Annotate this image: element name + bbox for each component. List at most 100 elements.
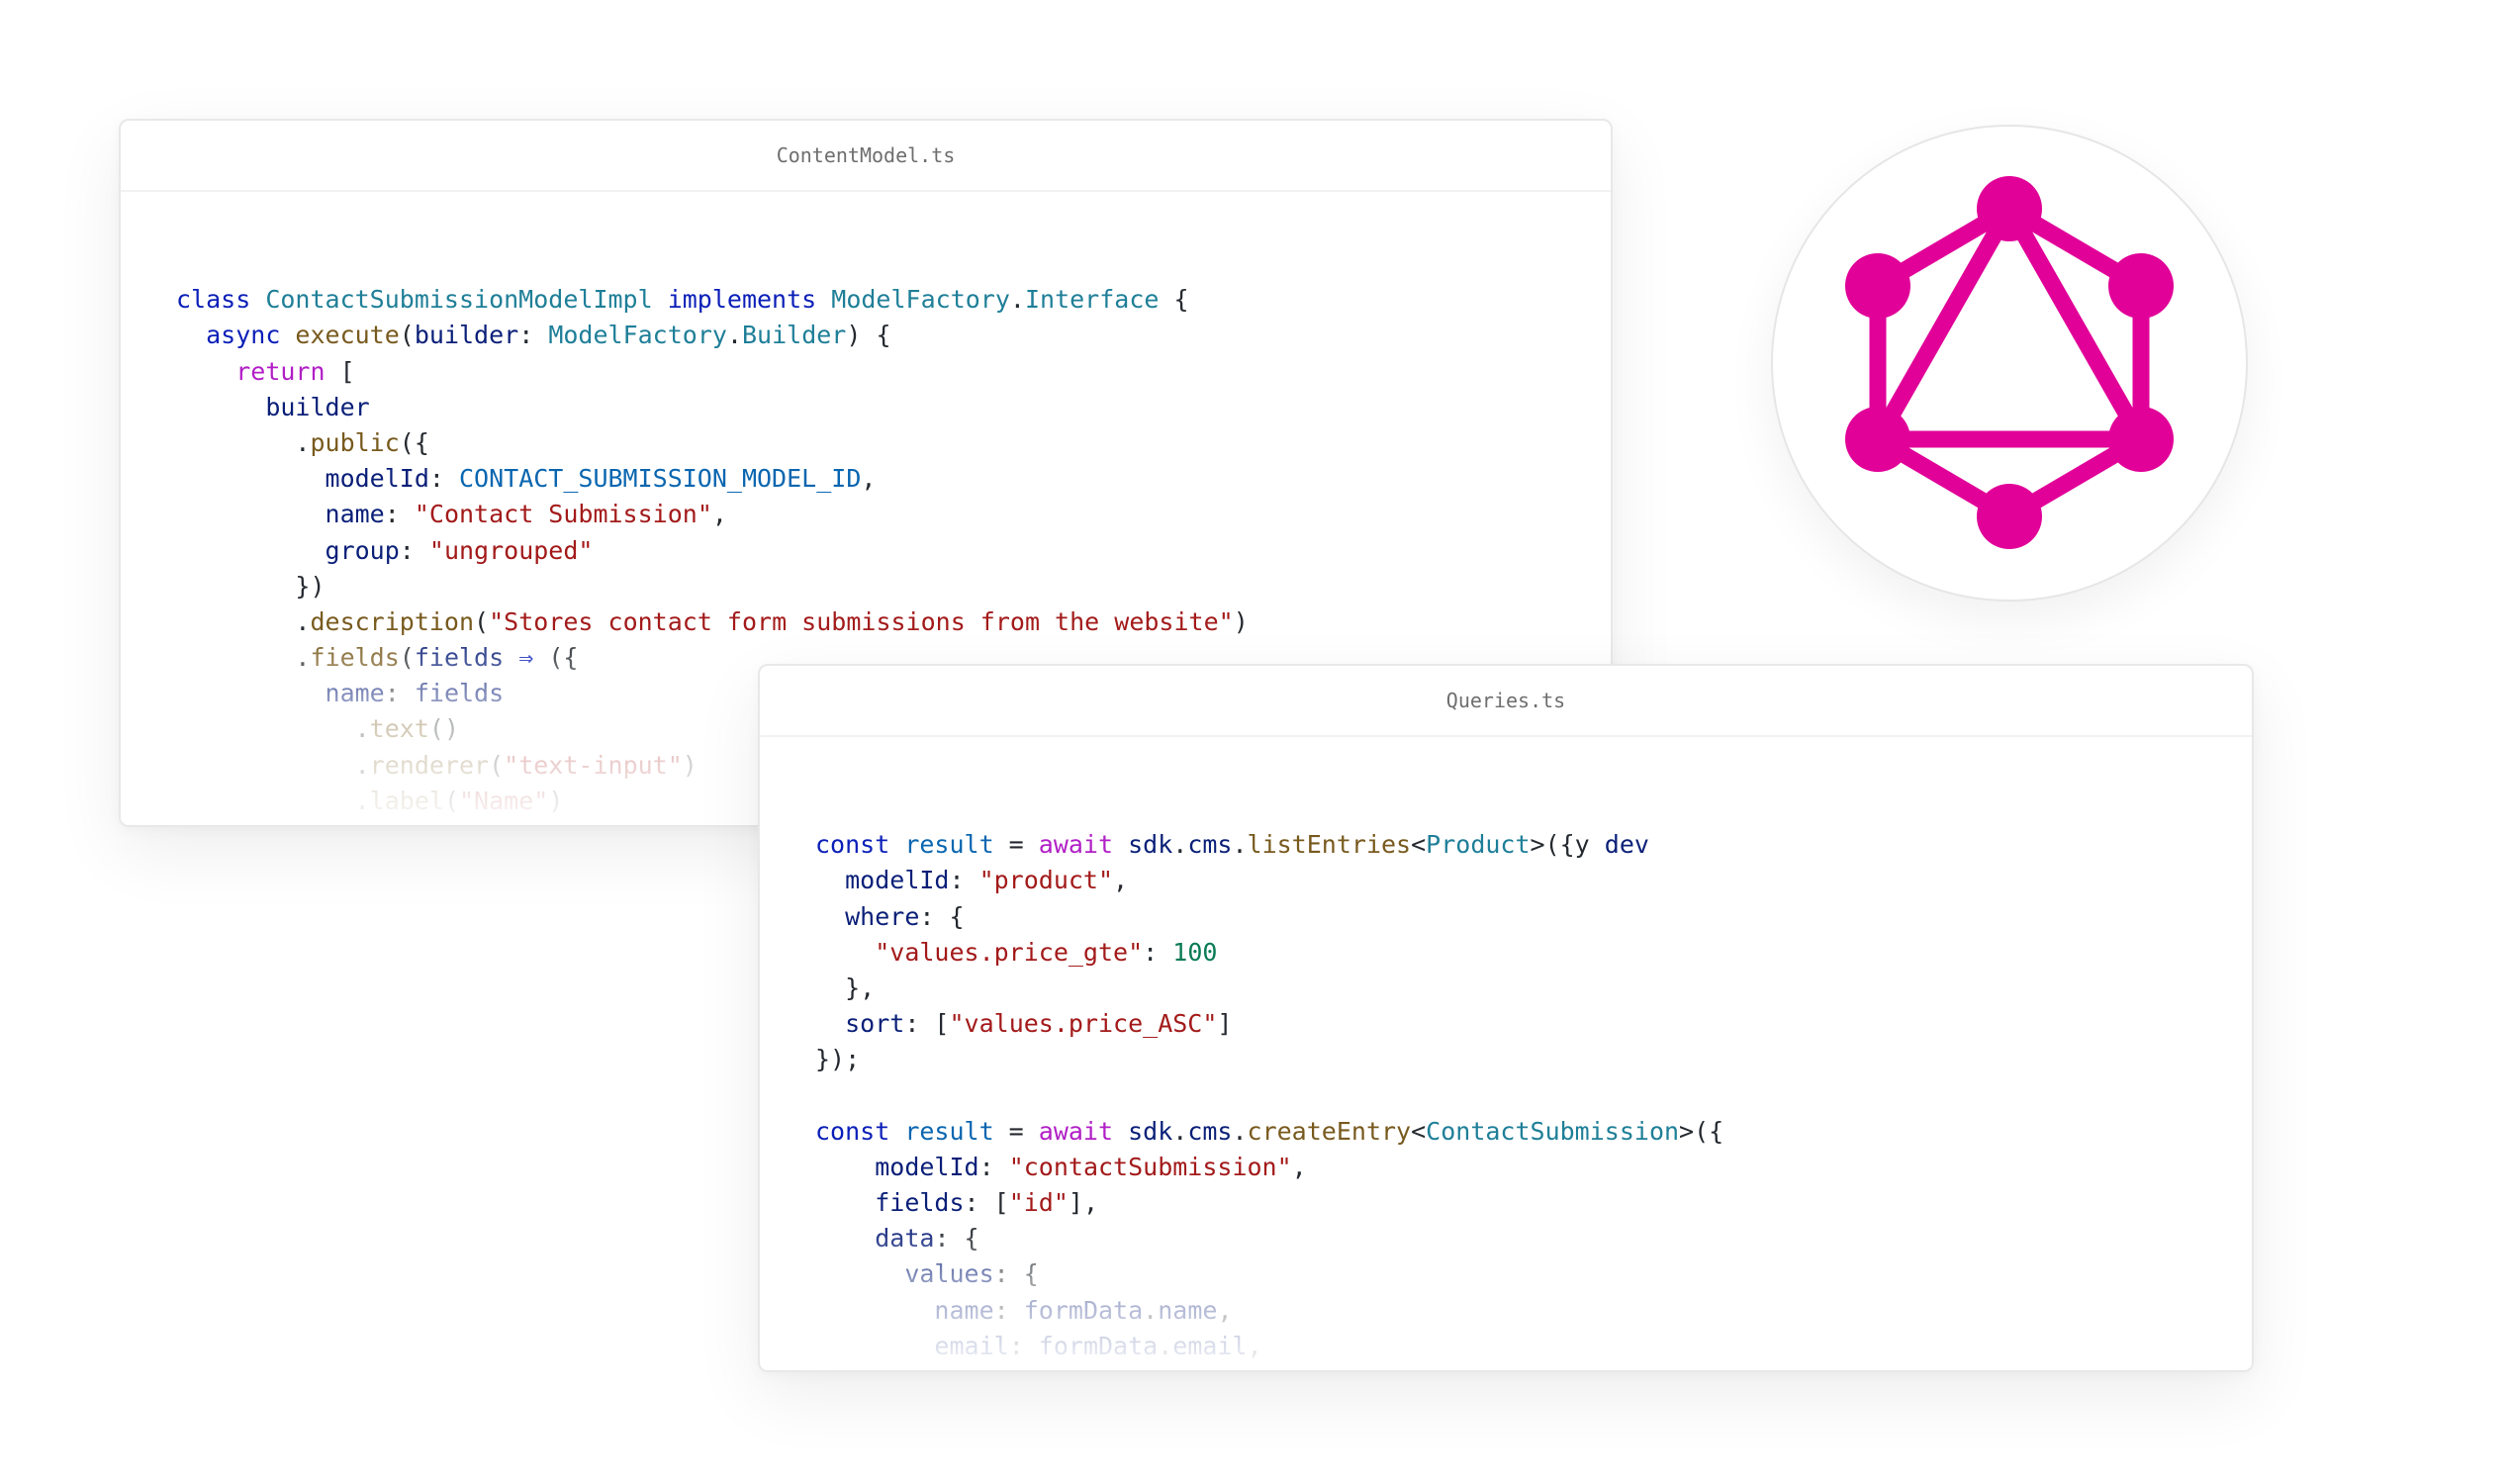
graphql-logo-badge — [1771, 125, 2248, 602]
code-token: await — [1038, 1116, 1129, 1146]
code-token: ({ — [548, 643, 579, 673]
code-token: . — [1158, 1331, 1173, 1360]
code-token: name — [325, 679, 385, 708]
code-line: modelId: CONTACT_SUBMISSION_MODEL_ID, — [176, 461, 1611, 497]
code-token: email — [934, 1331, 1009, 1360]
code-token: result — [904, 1116, 994, 1146]
filename-label: Queries.ts — [1445, 689, 1566, 712]
code-token: ( — [399, 643, 415, 673]
code-token: : — [384, 500, 415, 529]
code-token: "Contact Submission" — [414, 500, 712, 529]
code-token: ] — [1217, 1009, 1233, 1039]
code-line: fields: ["id"], — [815, 1185, 2252, 1221]
code-token: , — [1113, 866, 1129, 895]
code-token: fields — [310, 643, 400, 673]
code-token: help — [370, 822, 429, 825]
code-token: "Stores contact form submissions from th… — [489, 606, 1234, 636]
code-token: modelId — [325, 464, 429, 494]
code-line: data: { — [815, 1221, 2252, 1256]
code-token: const — [815, 830, 905, 860]
code-token: . — [1232, 830, 1248, 860]
code-token: : — [949, 866, 979, 895]
code-token: return — [235, 356, 326, 386]
code-token: Interface — [1024, 285, 1160, 315]
code-block: const result = await sdk.cms.listEntries… — [760, 737, 2252, 1370]
code-token: "ungrouped" — [428, 535, 594, 565]
code-line: values: { — [815, 1256, 2252, 1292]
code-token: sort — [845, 1009, 905, 1039]
code-token: values — [904, 1259, 994, 1289]
code-token: text — [369, 714, 429, 744]
code-token: = — [993, 830, 1039, 860]
panel-filename-tab[interactable]: ContentModel.ts — [121, 121, 1611, 192]
code-token: : — [978, 1152, 1009, 1181]
code-line: where: { — [815, 899, 2252, 935]
code-line: builder — [176, 390, 1611, 425]
code-token: renderer — [369, 750, 490, 780]
code-token: fields — [414, 679, 505, 708]
code-token: "values.price_gte" — [875, 937, 1144, 967]
queries-code-panel: Queries.ts const result = await sdk.cms.… — [758, 664, 2254, 1372]
code-token: : — [518, 321, 549, 350]
code-token: : — [993, 1295, 1024, 1325]
code-token: [ — [325, 356, 355, 386]
code-line: const result = await sdk.cms.createEntry… — [815, 1114, 2252, 1150]
code-token: email — [1172, 1331, 1248, 1360]
code-token: sdk — [1128, 1116, 1173, 1146]
code-token: ({ — [399, 427, 429, 457]
code-token: ( — [443, 786, 459, 815]
code-token: , — [861, 464, 877, 494]
code-token: }, — [815, 973, 876, 1002]
code-line: class ContactSubmissionModelImpl impleme… — [176, 282, 1611, 318]
code-token: ModelFactory — [548, 321, 727, 350]
code-token: "Name" — [459, 786, 549, 815]
panel-filename-tab[interactable]: Queries.ts — [760, 666, 2252, 737]
code-token: }); — [815, 1045, 861, 1074]
code-token: . — [1172, 830, 1188, 860]
code-token: }) — [176, 571, 326, 601]
code-token: . — [1232, 1116, 1248, 1146]
code-token: () — [428, 714, 459, 744]
filename-label: ContentModel.ts — [776, 143, 956, 167]
code-line: "values.price_gte": 100 — [815, 935, 2252, 971]
code-token: const — [815, 1116, 905, 1146]
code-token: . — [176, 643, 311, 673]
code-token: sdk — [1128, 830, 1173, 860]
code-token: name — [1158, 1295, 1218, 1325]
code-token: = — [993, 1116, 1039, 1146]
code-token: builder — [265, 392, 370, 421]
code-token: . — [176, 606, 311, 636]
code-line: }); — [815, 1042, 2252, 1077]
code-token: >({ — [1679, 1116, 1724, 1146]
code-token: async — [206, 321, 296, 350]
code-token: formData — [1023, 1295, 1144, 1325]
code-token: : [ — [904, 1009, 950, 1039]
code-token: ) — [682, 750, 698, 780]
code-token: listEntries — [1247, 830, 1412, 860]
code-token: data — [875, 1224, 935, 1253]
code-line: modelId: "contactSubmission", — [815, 1150, 2252, 1185]
code-token: createEntry — [1247, 1116, 1412, 1146]
code-token: formData — [1038, 1331, 1159, 1360]
code-line: message: formData.message — [815, 1364, 2252, 1370]
code-token: fields — [414, 643, 505, 673]
code-token: . — [726, 321, 742, 350]
code-token: : { — [919, 901, 965, 931]
code-token: : { — [993, 1259, 1039, 1289]
code-token: ) — [548, 786, 564, 815]
code-token: ⇒ — [504, 643, 549, 673]
code-token: < — [1411, 830, 1427, 860]
code-line: email: formData.email, — [815, 1329, 2252, 1364]
code-token: Product — [1426, 830, 1531, 860]
code-token: ContactSubmission — [1426, 1116, 1680, 1146]
code-line: group: "ungrouped" — [176, 533, 1611, 569]
code-token: { — [1159, 285, 1189, 315]
code-token: ( — [429, 822, 444, 825]
